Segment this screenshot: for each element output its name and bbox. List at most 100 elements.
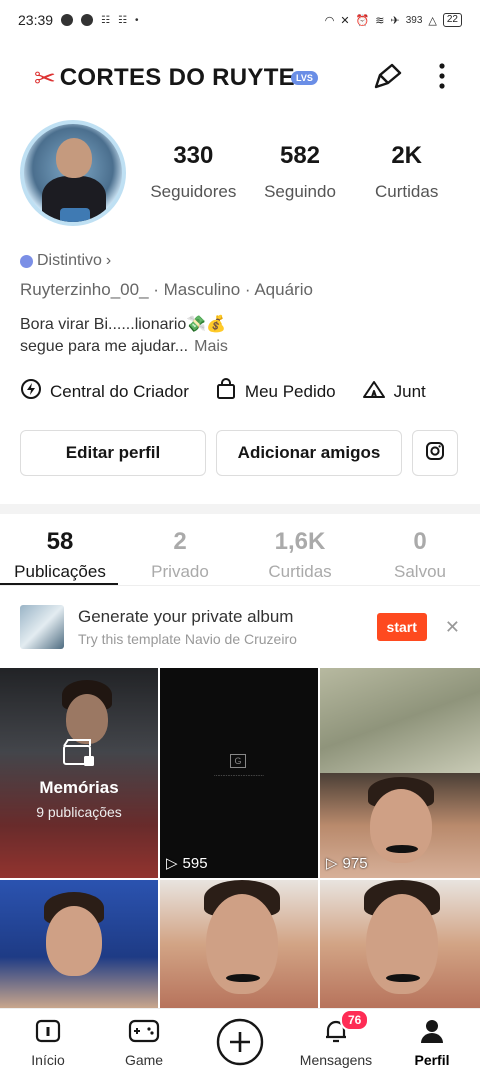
bottom-navigation: Início Game 76 Mensagens Perfil xyxy=(0,1008,480,1074)
bio-line-1: Bora virar Bi......lionario💸💰 xyxy=(20,316,227,333)
likes-label: Curtidas xyxy=(375,182,439,201)
banner-start-button[interactable]: start xyxy=(376,613,427,641)
play-icon: ▷ xyxy=(326,855,338,872)
add-friends-button[interactable]: Adicionar amigos xyxy=(216,430,402,476)
nav-game[interactable]: Game xyxy=(96,1009,192,1074)
scissors-icon: ✂ xyxy=(34,62,56,93)
distintivo-icon xyxy=(20,254,33,268)
alarm-icon: ⏰ xyxy=(355,14,370,27)
video-tile-3[interactable] xyxy=(320,668,480,773)
network-speed: 393 xyxy=(405,14,423,26)
likes-count: 2K xyxy=(391,142,423,169)
snapchat-icon xyxy=(61,14,74,26)
airplane-icon: ✈ xyxy=(390,14,400,27)
mute-icon: ✕ xyxy=(340,14,350,27)
join-shortcut[interactable]: Junt xyxy=(362,378,426,405)
shortcuts-row: Central do Criador Meu Pedido Junt xyxy=(20,378,480,405)
followers-stat[interactable]: 330 Seguidores xyxy=(140,142,247,202)
gamepad-icon xyxy=(128,1017,160,1048)
lvs-badge: LVS xyxy=(290,71,318,85)
status-bar: 23:39 ☷ ☷ • ◠ ✕ ⏰ ≋ ✈ 393 △ 22 xyxy=(0,0,480,40)
video-tile-4[interactable]: ▷ 975 xyxy=(320,773,480,878)
lightning-icon xyxy=(20,378,42,405)
following-label: Seguindo xyxy=(264,182,336,201)
nav-create[interactable] xyxy=(192,1009,288,1074)
video-tile-6[interactable] xyxy=(160,880,318,1008)
video-tile-7[interactable] xyxy=(320,880,480,1008)
video-tiny-caption: ······························ xyxy=(214,773,264,779)
tile-mustache-shape xyxy=(226,974,260,982)
view-count: ▷ 975 xyxy=(326,854,368,873)
bio-line-2: segue para me ajudar... xyxy=(20,338,189,355)
close-icon[interactable]: ✕ xyxy=(445,617,460,638)
salvou-count: 0 xyxy=(413,528,427,555)
headset-icon: ◠ xyxy=(324,14,335,27)
nav-inicio-label: Início xyxy=(31,1052,65,1068)
distintivo-label: Distintivo xyxy=(37,252,102,269)
view-count-value: 595 xyxy=(182,854,208,872)
view-count: ▷ 595 xyxy=(166,854,208,873)
banner-title: Generate your private album xyxy=(78,607,294,626)
shopping-bag-icon xyxy=(215,378,237,405)
nav-perfil[interactable]: Perfil xyxy=(384,1009,480,1074)
profile-bio: Bora virar Bi......lionario💸💰 segue para… xyxy=(20,314,228,358)
profile-header: ✂ CORTES DO RUYTE LVS xyxy=(0,52,480,104)
privado-count: 2 xyxy=(173,528,187,555)
notification-icon-2: ☷ xyxy=(118,14,127,26)
distintivo-link[interactable]: Distintivo › xyxy=(20,252,111,270)
edit-profile-button[interactable]: Editar perfil xyxy=(20,430,206,476)
instagram-button[interactable] xyxy=(412,430,458,476)
following-count: 582 xyxy=(279,142,321,169)
memories-album-tile[interactable]: Memórias 9 publicações xyxy=(0,668,158,878)
tab-publicacoes[interactable]: 58 Publicações xyxy=(0,520,120,585)
play-icon: ▷ xyxy=(166,855,178,872)
video-watermark-icon: G xyxy=(230,754,246,768)
my-orders-shortcut[interactable]: Meu Pedido xyxy=(215,378,336,405)
tile-face-shape xyxy=(46,906,102,976)
tab-privado[interactable]: 2 Privado xyxy=(120,520,240,585)
memories-title: Memórias xyxy=(39,778,119,797)
creator-center-shortcut[interactable]: Central do Criador xyxy=(20,378,189,405)
share-icon[interactable] xyxy=(372,61,404,96)
home-icon xyxy=(34,1017,62,1048)
profile-meta: Ruyterzinho_00_ · Masculino · Aquário xyxy=(20,280,313,299)
more-notifications-dot-icon: • xyxy=(134,14,139,26)
nav-perfil-label: Perfil xyxy=(414,1052,450,1068)
section-divider xyxy=(0,504,480,514)
private-album-banner[interactable]: Generate your private album Try this tem… xyxy=(20,598,460,656)
tab-curtidas[interactable]: 1,6K Curtidas xyxy=(240,520,360,585)
sim-icon: △ xyxy=(428,14,437,27)
tab-salvou[interactable]: 0 Salvou xyxy=(360,520,480,585)
privado-label: Privado xyxy=(151,562,209,581)
whatsapp-icon xyxy=(81,14,94,26)
status-time: 23:39 xyxy=(18,12,54,28)
profile-stats: 330 Seguidores 582 Seguindo 2K Curtidas xyxy=(140,142,460,202)
more-options-icon[interactable] xyxy=(438,62,446,95)
join-label: Junt xyxy=(393,381,426,401)
memories-subtitle: 9 publicações xyxy=(36,804,122,820)
following-stat[interactable]: 582 Seguindo xyxy=(247,142,354,202)
likes-stat[interactable]: 2K Curtidas xyxy=(353,142,460,202)
bio-more-link[interactable]: Mais xyxy=(194,338,228,355)
avatar[interactable] xyxy=(20,120,126,226)
nav-mensagens[interactable]: 76 Mensagens xyxy=(288,1009,384,1074)
clapperboard-lock-icon xyxy=(62,738,96,773)
plus-circle-icon xyxy=(215,1017,265,1070)
banner-thumbnail xyxy=(20,605,64,649)
salvou-label: Salvou xyxy=(394,562,446,581)
my-orders-label: Meu Pedido xyxy=(244,381,336,401)
page-title: CORTES DO RUYTE xyxy=(59,64,295,91)
followers-count: 330 xyxy=(173,142,214,169)
curtidas-label: Curtidas xyxy=(268,562,332,581)
view-count-value: 975 xyxy=(342,854,368,872)
profile-actions: Editar perfil Adicionar amigos xyxy=(20,430,460,476)
video-tile-2[interactable]: G ······························ ▷ 595 xyxy=(160,668,318,878)
video-tile-5[interactable] xyxy=(0,880,158,1008)
nav-mensagens-label: Mensagens xyxy=(299,1052,373,1068)
creator-center-label: Central do Criador xyxy=(50,381,189,401)
nav-inicio[interactable]: Início xyxy=(0,1009,96,1074)
messages-badge: 76 xyxy=(340,1009,370,1031)
memories-overlay xyxy=(0,668,158,878)
tent-icon xyxy=(362,378,386,405)
banner-subtitle: Try this template Navio de Cruzeiro xyxy=(78,631,297,647)
